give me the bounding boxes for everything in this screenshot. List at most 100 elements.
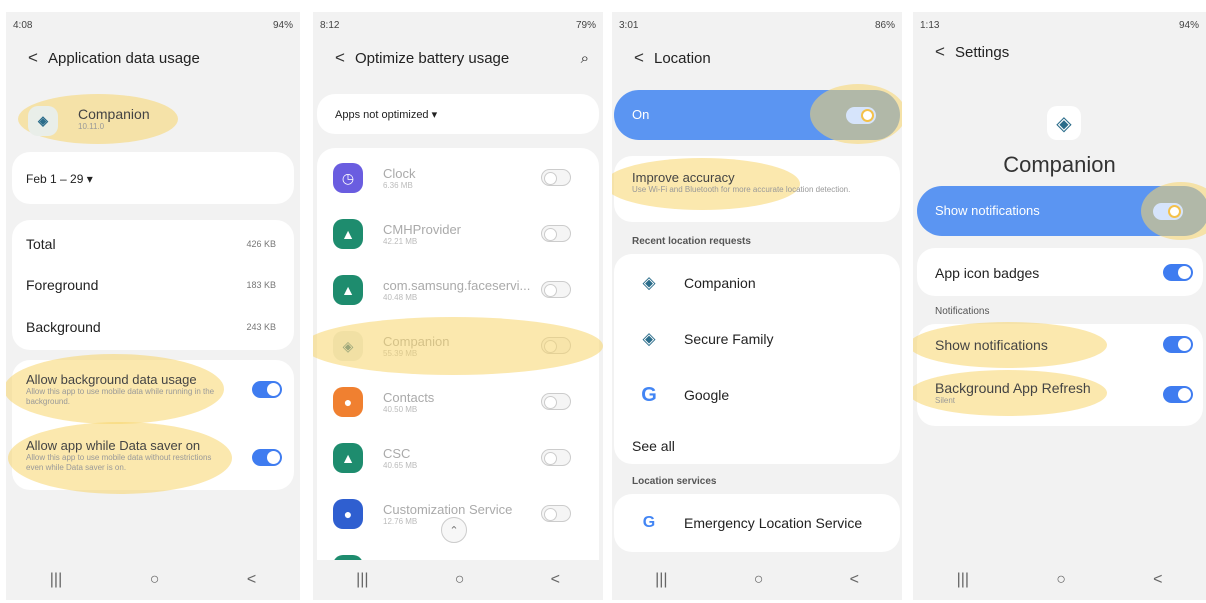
- back-icon[interactable]: <: [925, 42, 955, 62]
- home-icon[interactable]: ○: [754, 571, 764, 589]
- app-size: 55.39 MB: [383, 348, 418, 358]
- app-list-item[interactable]: ● Contacts 40.50 MB: [317, 380, 599, 424]
- optimize-toggle[interactable]: [541, 393, 571, 410]
- optimize-toggle[interactable]: [541, 281, 571, 298]
- optimize-toggle[interactable]: [541, 505, 571, 522]
- header: < Optimize battery usage ⌕: [313, 48, 603, 68]
- location-services-card: G Emergency Location Service: [614, 494, 900, 552]
- master-toggle[interactable]: [846, 107, 876, 124]
- usage-label: Total: [26, 236, 56, 252]
- optimize-toggle[interactable]: [541, 169, 571, 186]
- app-name: Customization Service: [383, 501, 513, 517]
- recent-requests-header: Recent location requests: [632, 236, 751, 247]
- status-time: 4:08: [13, 19, 33, 31]
- recent-apps-icon[interactable]: |||: [655, 571, 667, 589]
- app-name: Contacts: [383, 389, 435, 405]
- app-text: CMHProvider 42.21 MB: [383, 222, 543, 247]
- background-refresh-toggle[interactable]: [1163, 386, 1193, 403]
- data-saver-toggle[interactable]: [252, 449, 282, 466]
- status-time: 8:12: [320, 19, 340, 31]
- master-switch-label: Show notifications: [935, 203, 1040, 218]
- recent-apps-icon[interactable]: |||: [356, 571, 368, 589]
- back-icon[interactable]: <: [18, 48, 48, 68]
- status-bar: 4:08 94%: [6, 12, 300, 38]
- show-notifications-toggle[interactable]: [1163, 336, 1193, 353]
- date-card: Feb 1 – 29 ▾: [12, 152, 294, 204]
- app-list-item[interactable]: ▲ com.samsung.faceservi... 40.48 MB: [317, 268, 599, 312]
- home-icon[interactable]: ○: [455, 571, 465, 589]
- request-app-name: Companion: [684, 275, 756, 291]
- usage-row-total: Total 426 KB: [12, 232, 294, 256]
- usage-card: Total 426 KB Foreground 183 KB Backgroun…: [12, 220, 294, 350]
- usage-value: 426 KB: [246, 239, 276, 249]
- app-icon: ●: [333, 387, 363, 417]
- master-toggle[interactable]: [1153, 203, 1183, 220]
- setting-label: Allow background data usage: [26, 372, 197, 387]
- secure-family-app-icon: ◈: [642, 329, 656, 348]
- app-name: com.samsung.faceservi...: [383, 277, 531, 293]
- usage-value: 183 KB: [246, 280, 276, 290]
- badges-label: App icon badges: [935, 265, 1040, 281]
- location-master-switch[interactable]: On: [614, 84, 902, 144]
- notifications-card: Show notifications Background App Refres…: [913, 322, 1203, 426]
- app-list-item[interactable]: ◷ Clock 6.36 MB: [317, 156, 599, 200]
- app-size: 40.50 MB: [383, 404, 418, 414]
- app-icon-badges-card[interactable]: App icon badges: [917, 248, 1203, 296]
- request-app-name: Secure Family: [684, 331, 774, 347]
- optimize-toggle[interactable]: [541, 449, 571, 466]
- nav-back-icon[interactable]: <: [551, 571, 560, 589]
- date-range-dropdown[interactable]: Feb 1 – 29 ▾: [26, 172, 93, 186]
- background-data-setting[interactable]: Allow background data usage Allow this a…: [26, 372, 226, 407]
- recent-apps-icon[interactable]: |||: [50, 571, 62, 589]
- permissions-card: Allow background data usage Allow this a…: [6, 354, 294, 494]
- emergency-location-row[interactable]: G Emergency Location Service: [614, 508, 900, 538]
- usage-label: Foreground: [26, 277, 99, 293]
- show-notifications-master[interactable]: Show notifications: [917, 182, 1206, 240]
- optimize-toggle[interactable]: [541, 225, 571, 242]
- back-icon[interactable]: <: [624, 48, 654, 68]
- app-list-item[interactable]: ▲ CMHProvider 42.21 MB: [317, 212, 599, 256]
- home-icon[interactable]: ○: [1056, 571, 1066, 589]
- show-notifications-label: Show notifications: [935, 337, 1048, 353]
- dropdown-arrow-icon: ▾: [86, 172, 93, 186]
- nav-back-icon[interactable]: <: [1153, 571, 1162, 589]
- app-name: CMHProvider: [383, 221, 462, 237]
- status-time: 3:01: [619, 19, 639, 31]
- nav-bar: ||| ○ <: [6, 560, 300, 600]
- app-size: 40.48 MB: [383, 292, 418, 302]
- improve-accuracy-card[interactable]: Improve accuracy Use Wi-Fi and Bluetooth…: [612, 156, 900, 222]
- app-list-item[interactable]: ▲ CSC 40.65 MB: [317, 436, 599, 480]
- back-icon[interactable]: <: [325, 48, 355, 68]
- recent-request-row[interactable]: G Google: [614, 380, 900, 410]
- recent-request-row[interactable]: ◈ Companion: [614, 268, 900, 298]
- status-time: 1:13: [920, 19, 940, 31]
- phone-notification-settings: 1:13 94% < Settings ◈ Companion Show not…: [913, 12, 1206, 600]
- usage-value: 243 KB: [246, 322, 276, 332]
- badges-toggle[interactable]: [1163, 264, 1193, 281]
- location-services-header: Location services: [632, 476, 717, 487]
- recent-request-row[interactable]: ◈ Secure Family: [614, 324, 900, 354]
- setting-description: Allow this app to use mobile data withou…: [26, 453, 212, 472]
- phone-app-data-usage: 4:08 94% < Application data usage ◈ Comp…: [6, 12, 300, 600]
- nav-back-icon[interactable]: <: [247, 571, 256, 589]
- see-all-link[interactable]: See all: [632, 438, 675, 454]
- background-refresh-setting[interactable]: Background App Refresh Silent: [935, 380, 1091, 406]
- recent-apps-icon[interactable]: |||: [957, 571, 969, 589]
- header: < Application data usage: [6, 48, 300, 68]
- page-title: Optimize battery usage: [355, 49, 510, 67]
- home-icon[interactable]: ○: [150, 571, 160, 589]
- companion-app-icon: ◈: [28, 106, 58, 136]
- optimize-toggle[interactable]: [541, 337, 571, 354]
- search-icon[interactable]: ⌕: [581, 50, 589, 67]
- data-saver-setting[interactable]: Allow app while Data saver on Allow this…: [26, 438, 226, 473]
- filter-dropdown[interactable]: Apps not optimized ▾: [335, 108, 437, 121]
- nav-back-icon[interactable]: <: [850, 571, 859, 589]
- app-list-item[interactable]: ◈ Companion 55.39 MB: [317, 324, 599, 368]
- background-data-toggle[interactable]: [252, 381, 282, 398]
- companion-app-icon: ◈: [642, 273, 656, 292]
- scroll-up-icon[interactable]: ⌃: [441, 517, 467, 543]
- app-icon: ▲: [333, 219, 363, 249]
- app-icon: ◷: [333, 163, 363, 193]
- nav-bar: ||| ○ <: [612, 560, 902, 600]
- dropdown-arrow-icon: ▾: [431, 109, 438, 121]
